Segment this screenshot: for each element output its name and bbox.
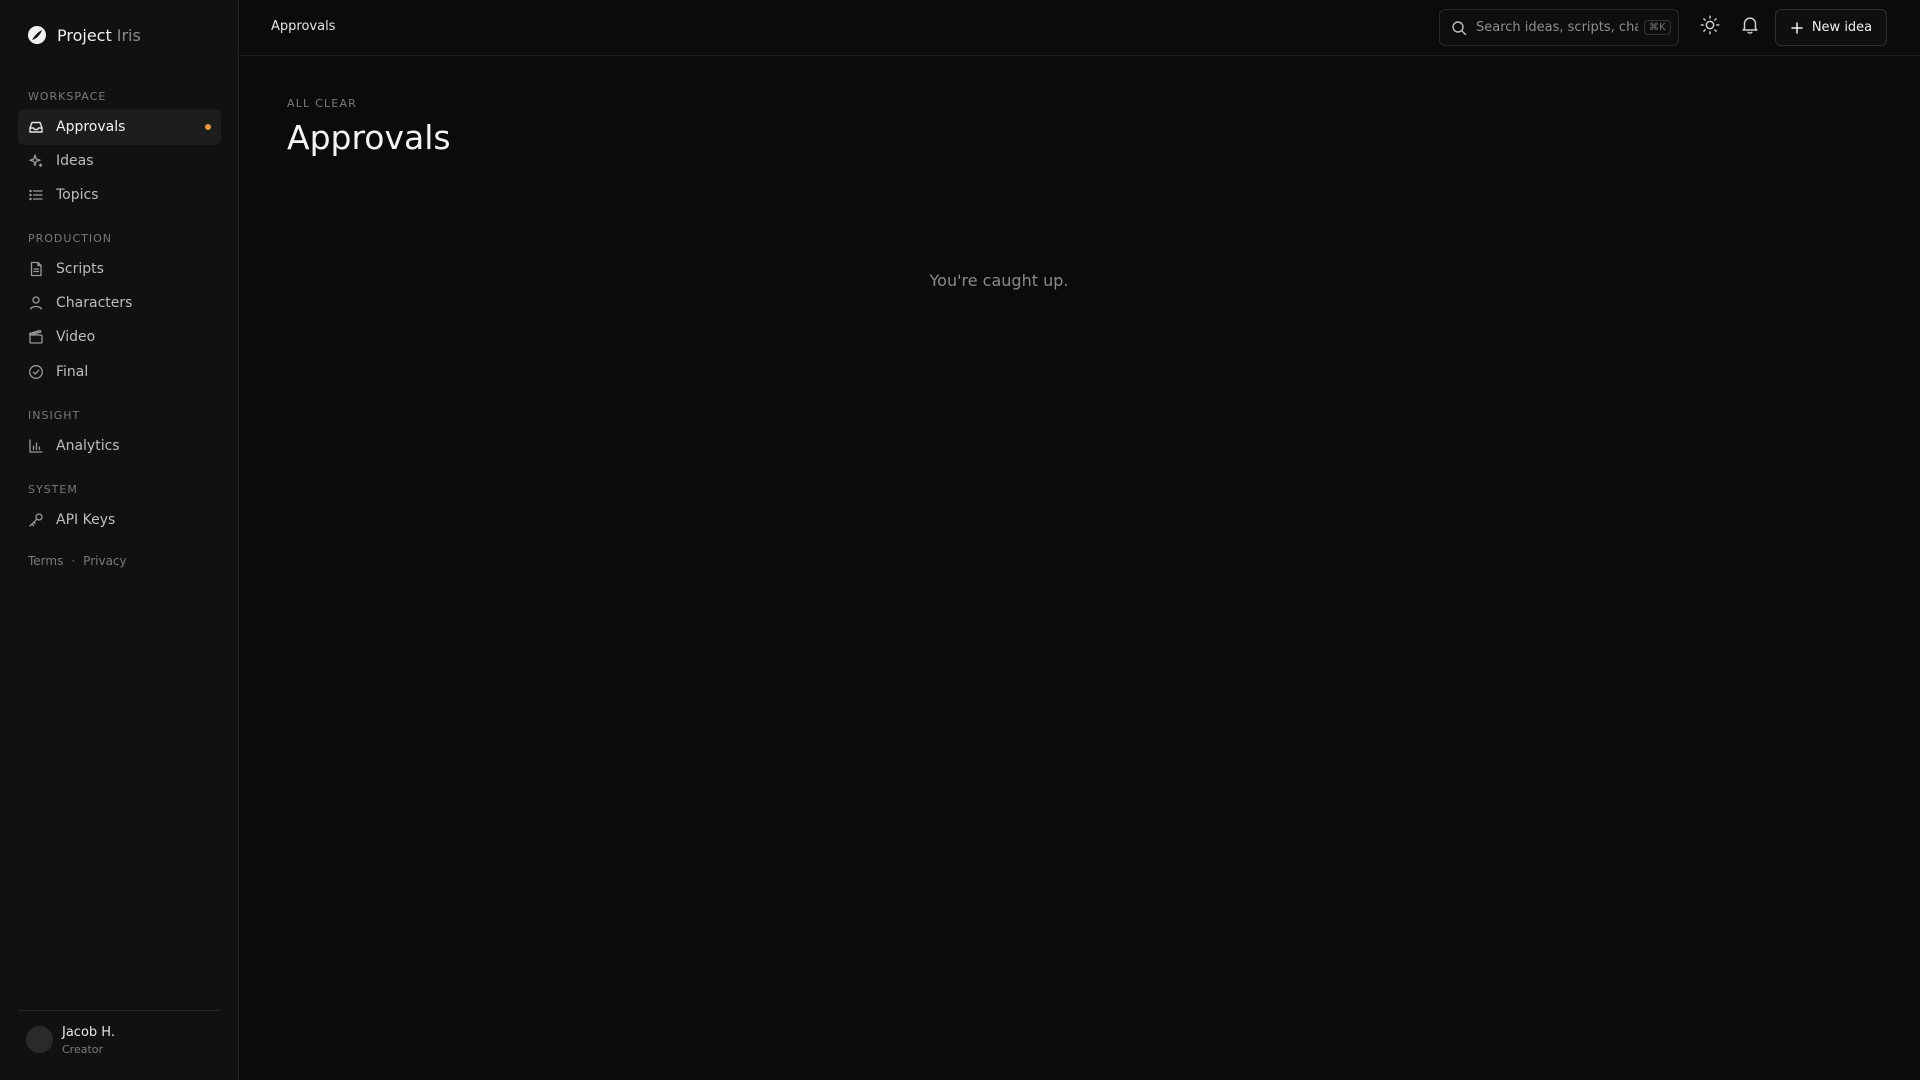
- bell-icon: [1742, 17, 1758, 34]
- terms-link[interactable]: Terms: [28, 554, 63, 568]
- inbox-icon: [28, 119, 44, 135]
- bar-chart-icon: [28, 438, 44, 454]
- brand[interactable]: Project Iris: [27, 25, 141, 45]
- sidebar-item-ideas[interactable]: Ideas: [18, 143, 221, 179]
- sidebar-item-characters[interactable]: Characters: [18, 285, 221, 321]
- breadcrumb[interactable]: Approvals: [271, 19, 335, 34]
- empty-state-message: You're caught up.: [929, 271, 1069, 290]
- sidebar-item-label: Approvals: [56, 119, 126, 135]
- sidebar-item-label: Ideas: [56, 153, 94, 169]
- brand-subtitle: Iris: [116, 25, 141, 45]
- notifications-button[interactable]: [1737, 12, 1763, 38]
- footer-separator: ·: [71, 554, 76, 568]
- page-title: Approvals: [287, 118, 451, 157]
- sidebar-item-approvals[interactable]: Approvals: [18, 109, 221, 145]
- sun-icon: [1700, 15, 1720, 35]
- plus-icon: [1791, 21, 1803, 34]
- section-label-workspace: WORKSPACE: [28, 90, 107, 103]
- clapperboard-icon: [28, 329, 44, 345]
- user-profile[interactable]: Jacob H. Creator: [18, 1010, 221, 1080]
- sidebar-item-label: Video: [56, 329, 96, 345]
- notification-dot: [205, 124, 211, 130]
- key-icon: [28, 512, 44, 528]
- user-name: Jacob H.: [62, 1025, 115, 1040]
- sidebar-item-final[interactable]: Final: [18, 354, 221, 390]
- section-label-system: SYSTEM: [28, 483, 78, 496]
- theme-toggle-button[interactable]: [1697, 12, 1723, 38]
- main-content: Approvals ⌘K New idea ALL CLEAR Approval…: [239, 0, 1920, 1080]
- sidebar-item-video[interactable]: Video: [18, 319, 221, 355]
- sidebar-item-label: Final: [56, 364, 89, 380]
- sidebar-item-analytics[interactable]: Analytics: [18, 428, 221, 464]
- app-root: Project Iris WORKSPACE Approvals Ideas To…: [0, 0, 1920, 1080]
- avatar: [26, 1026, 53, 1053]
- footer-links: Terms · Privacy: [28, 554, 127, 568]
- sidebar-item-scripts[interactable]: Scripts: [18, 251, 221, 287]
- list-icon: [28, 187, 44, 203]
- shortcut-hint: ⌘K: [1644, 20, 1671, 35]
- sidebar: Project Iris WORKSPACE Approvals Ideas To…: [0, 0, 239, 1080]
- privacy-link[interactable]: Privacy: [83, 554, 126, 568]
- sidebar-item-api-keys[interactable]: API Keys: [18, 502, 221, 538]
- sidebar-item-label: Scripts: [56, 261, 104, 277]
- top-bar: Approvals ⌘K New idea: [239, 0, 1920, 56]
- brand-logo-icon: [28, 26, 46, 44]
- section-label-insight: INSIGHT: [28, 409, 81, 422]
- sidebar-item-label: Characters: [56, 295, 133, 311]
- search-icon: [1452, 20, 1467, 35]
- document-icon: [28, 261, 44, 277]
- new-idea-button[interactable]: New idea: [1775, 9, 1887, 46]
- user-icon: [28, 295, 44, 311]
- user-role: Creator: [62, 1043, 104, 1056]
- check-circle-icon: [28, 364, 44, 380]
- sidebar-item-topics[interactable]: Topics: [18, 177, 221, 213]
- sparkle-icon: [28, 153, 44, 169]
- sidebar-item-label: Analytics: [56, 438, 120, 454]
- status-eyebrow: ALL CLEAR: [287, 97, 358, 110]
- brand-name: Project: [57, 25, 112, 45]
- search-box[interactable]: ⌘K: [1439, 9, 1679, 46]
- sidebar-item-label: Topics: [56, 187, 99, 203]
- sidebar-item-label: API Keys: [56, 512, 116, 528]
- search-input[interactable]: [1476, 20, 1638, 35]
- section-label-production: PRODUCTION: [28, 232, 112, 245]
- new-idea-label: New idea: [1811, 20, 1873, 35]
